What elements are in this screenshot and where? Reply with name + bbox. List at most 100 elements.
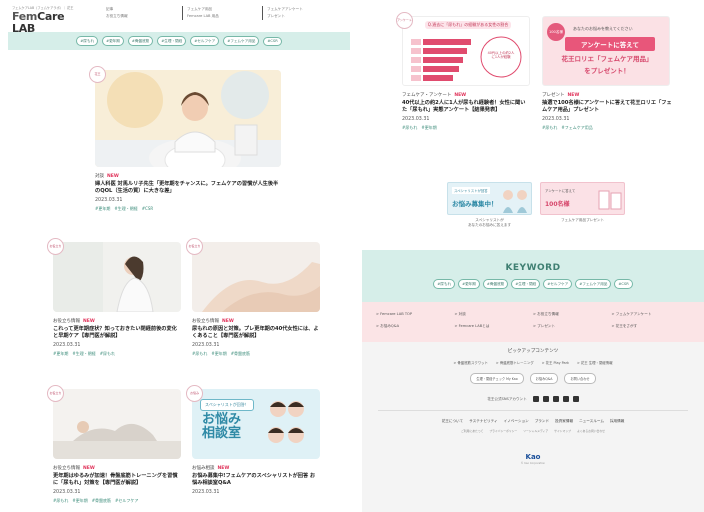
article-tags[interactable]: #尿もれ #フェムケア用品 bbox=[542, 125, 672, 131]
corporate-link[interactable]: 採用情報 bbox=[610, 419, 624, 424]
article-title[interactable]: 抽選で100名様にアンケートに答えて花王ロリエ「フェムケア用品」プレゼント bbox=[542, 100, 672, 114]
sitemap-link[interactable]: > お悩みQ&A bbox=[376, 320, 455, 332]
corporate-link[interactable]: サステナビリティ bbox=[469, 419, 497, 424]
nav-col-1[interactable]: 記事 お役立ち情報 bbox=[102, 6, 182, 20]
article-date: 2023.03.31 bbox=[53, 490, 81, 495]
corporate-link[interactable]: イノベーション bbox=[504, 419, 529, 424]
nav-link[interactable]: Femcare LAB 用品 bbox=[187, 13, 262, 20]
sitemap-link[interactable]: > 対談 bbox=[455, 308, 534, 320]
nav-link[interactable]: お役立ち情報 bbox=[106, 13, 182, 20]
pickup-button[interactable]: お悩みQ&A bbox=[529, 373, 559, 384]
article-card[interactable]: 100名様 あなたのお悩みを教えてください アンケートに答えて 花王ロリエ「フェ… bbox=[542, 16, 672, 131]
keyword-pill[interactable]: #尿もれ bbox=[433, 279, 456, 289]
pickup-link[interactable]: > 花王 生理・閉経情報 bbox=[577, 360, 613, 365]
site-logo[interactable]: フェムケアLAB（フェムケアラボ）｜ 花王 FemCare LAB bbox=[12, 6, 82, 35]
tag-pill[interactable]: #セルフケア bbox=[190, 36, 220, 46]
sitemap-link[interactable]: > 花王をさがす bbox=[612, 320, 691, 332]
card-image[interactable] bbox=[53, 242, 181, 312]
banner-image[interactable]: スペシャリストが回答 お悩み募集中！ bbox=[447, 182, 532, 215]
keyword-pill[interactable]: #骨盤底筋 bbox=[482, 279, 509, 289]
article-tags[interactable]: #尿もれ #更年期 bbox=[402, 125, 530, 131]
nav-link[interactable]: 記事 bbox=[106, 6, 182, 13]
article-tags[interactable]: #更年期 #生理・閉経 #CSR bbox=[95, 206, 281, 212]
category-label: お悩み相談 bbox=[192, 466, 215, 471]
corporate-link[interactable]: 花王について bbox=[442, 419, 463, 424]
keyword-pill[interactable]: #生理・閉経 bbox=[511, 279, 541, 289]
right-panel: アンケート Q.過去に「尿もれ」の経験がある女性の割合 40代以上の約2人に1人… bbox=[362, 4, 704, 512]
nav-link[interactable]: フェムケアアンケート bbox=[267, 6, 342, 13]
present-promo-image[interactable]: 100名様 あなたのお悩みを教えてください アンケートに答えて 花王ロリエ「フェ… bbox=[542, 16, 670, 86]
instagram-icon[interactable] bbox=[562, 396, 569, 402]
article-title[interactable]: 40代以上の約2人に1人が尿もれ経験者！女性に聞いた「尿もれ」実態アンケート【結… bbox=[402, 100, 530, 114]
article-card[interactable]: お悩み スペシャリストが回答！ お悩み 相談室 お悩み相談 NEW お悩み募集中!フ… bbox=[186, 385, 320, 495]
facebook-icon[interactable] bbox=[542, 396, 549, 402]
twitter-icon[interactable] bbox=[532, 396, 539, 402]
tag-pill[interactable]: #更年期 bbox=[102, 36, 124, 46]
article-card[interactable]: お役立ち お役立ち情報 NEW 尿もれの原因と対策。プレ更年期の40代女性には、よ… bbox=[186, 238, 320, 357]
sitemap-link[interactable]: > お役立ち情報 bbox=[533, 308, 612, 320]
pickup-link[interactable]: > 骨盤底筋トレーニング bbox=[496, 360, 534, 365]
tag-pill[interactable]: #CSR bbox=[263, 36, 282, 46]
tag-pill[interactable]: #尿もれ bbox=[76, 36, 99, 46]
pickup-link[interactable]: > 花王 Play Park bbox=[542, 360, 569, 365]
legal-link[interactable]: ソーシャルメディア bbox=[523, 429, 548, 433]
kao-logo[interactable]: Kao bbox=[362, 453, 704, 461]
youtube-icon[interactable] bbox=[552, 396, 559, 402]
pickup-button[interactable]: 生理・閉経チェック My Kao bbox=[470, 373, 524, 384]
tag-pill[interactable]: #骨盤底筋 bbox=[127, 36, 154, 46]
legal-link[interactable]: プライバシーポリシー bbox=[489, 429, 517, 433]
keyword-pill[interactable]: #フェムケア用品 bbox=[575, 279, 612, 289]
corporate-link[interactable]: ブランド bbox=[535, 419, 549, 424]
new-badge: NEW bbox=[222, 319, 234, 324]
banner-present[interactable]: 100名様 アンケートに答えて フェムケア用品プレゼント bbox=[540, 182, 625, 228]
category-label: お役立ち情報 bbox=[53, 466, 80, 471]
article-title[interactable]: 婦人科医 対馬ルリ子先生「更年期をチャンスに。フェムケアの習慣が人生後半のQOL… bbox=[95, 181, 281, 195]
legal-link[interactable]: よくあるお問い合わせ bbox=[577, 429, 605, 433]
article-tags[interactable]: #尿もれ #更年期 #骨盤底筋 #セルフケア bbox=[53, 498, 181, 504]
nav-link[interactable]: フェムケア用品 bbox=[187, 6, 262, 13]
pickup-link[interactable]: > 骨盤底筋スクワット bbox=[453, 360, 487, 365]
featured-article[interactable]: 花王 対談 NEW 婦人科医 対馬ルリ子先生「更年期をチャンスに。フェムケアの習慣… bbox=[89, 66, 281, 212]
page: フェムケアLAB（フェムケアラボ）｜ 花王 FemCare LAB 記事 お役立ち… bbox=[0, 0, 704, 512]
nav-link[interactable]: プレゼント bbox=[267, 13, 342, 20]
article-title[interactable]: これって更年期症状？知っておきたい閉経前後の変化と早期ケア【専門医が解説】 bbox=[53, 326, 181, 340]
keyword-pill[interactable]: #セルフケア bbox=[543, 279, 573, 289]
corporate-link[interactable]: ニュースルーム bbox=[579, 419, 604, 424]
line-icon[interactable] bbox=[572, 396, 579, 402]
featured-image[interactable] bbox=[95, 70, 281, 167]
copyright: © Kao Corporation bbox=[520, 462, 546, 465]
tag-pill[interactable]: #フェムケア用品 bbox=[223, 36, 260, 46]
article-card[interactable]: お役立ち お役立ち情報 NEW 更年期はゆるみが加速！骨盤底筋トレーニングを習慣に… bbox=[47, 385, 181, 504]
card-image[interactable]: スペシャリストが回答！ お悩み 相談室 bbox=[192, 389, 320, 459]
article-date: 2023.03.31 bbox=[542, 117, 570, 122]
nav-col-3[interactable]: フェムケアアンケート プレゼント bbox=[262, 6, 342, 20]
tag-pill[interactable]: #生理・閉経 bbox=[157, 36, 187, 46]
sitemap-link[interactable]: > Femcare LABとは bbox=[455, 320, 534, 332]
card-image[interactable] bbox=[192, 242, 320, 312]
keyword-pill[interactable]: #更年期 bbox=[458, 279, 480, 289]
keyword-title: KEYWORD bbox=[505, 263, 561, 273]
corporate-link[interactable]: 投資家情報 bbox=[555, 419, 573, 424]
legs-photo bbox=[192, 242, 320, 312]
sitemap-link[interactable]: > プレゼント bbox=[533, 320, 612, 332]
article-title[interactable]: お悩み募集中!フェムケアのスペシャリストが回答 お悩み相談室Q&A bbox=[192, 473, 320, 487]
banner-image[interactable]: 100名様 アンケートに答えて bbox=[540, 182, 625, 215]
legal-link[interactable]: ご利用にあたって bbox=[461, 429, 483, 433]
legal-link[interactable]: サイトマップ bbox=[554, 429, 571, 433]
pickup-button[interactable]: お問い合わせ bbox=[564, 373, 596, 384]
new-badge: NEW bbox=[83, 319, 95, 324]
sitemap-link[interactable]: > フェムケアアンケート bbox=[612, 308, 691, 320]
article-tags[interactable]: #尿もれ #更年期 #骨盤底筋 bbox=[192, 351, 320, 357]
card-image[interactable] bbox=[53, 389, 181, 459]
keyword-pill[interactable]: #CSR bbox=[614, 279, 633, 289]
article-card[interactable]: お役立ち お役立ち情報 NEW これって更年期症状？知っておきたい閉経前後の変化と… bbox=[47, 238, 181, 357]
article-title[interactable]: 更年期はゆるみが加速！骨盤底筋トレーニングを習慣に「尿もれ」対策を【専門医が解説… bbox=[53, 473, 181, 487]
article-card[interactable]: アンケート Q.過去に「尿もれ」の経験がある女性の割合 40代以上の約2人に1人… bbox=[396, 12, 530, 131]
nav-col-2[interactable]: フェムケア用品 Femcare LAB 用品 bbox=[182, 6, 262, 20]
sitemap-link[interactable]: > Femcare LAB TOP bbox=[376, 308, 455, 320]
survey-chart-image[interactable]: Q.過去に「尿もれ」の経験がある女性の割合 40代以上の約2人に1人が経験 bbox=[402, 16, 530, 86]
article-title[interactable]: 尿もれの原因と対策。プレ更年期の40代女性には、よくあること【専門医が解説】 bbox=[192, 326, 320, 340]
banner-consultation[interactable]: スペシャリストが回答 お悩み募集中！ スペシャリストが あなたのお悩みに答えます bbox=[447, 182, 532, 228]
article-category: フェムケア・アンケート NEW bbox=[402, 92, 530, 98]
article-tags[interactable]: #更年期 #生理・閉経 #尿もれ bbox=[53, 351, 181, 357]
